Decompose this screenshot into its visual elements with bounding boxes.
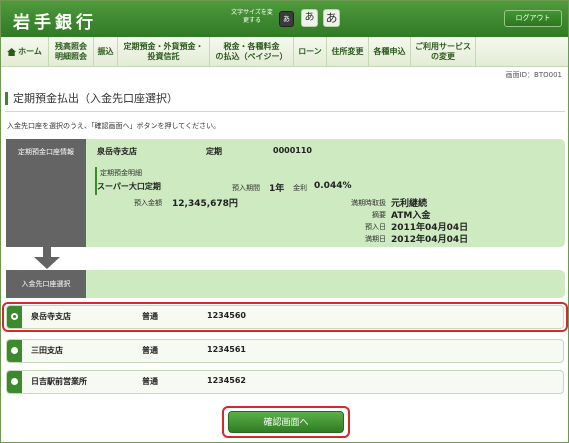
logout-button[interactable]: ログアウト [504, 10, 562, 27]
deposit-info-panel: 泉岳寺支店 定期 0000110 定期預金明細 スーパー大口定期 預入期間 1年… [86, 139, 565, 247]
font-size-label: 文字サイズを変更する [231, 9, 273, 24]
term-label: 預入期間 [232, 184, 260, 192]
page-title: 定期預金払出（入金先口座選択） [5, 92, 178, 105]
deposit-info-label: 定期預金口座情報 [6, 139, 86, 247]
radio-button[interactable] [11, 378, 18, 385]
nav-item-service-change[interactable]: ご利用サービス の変更 [411, 37, 476, 67]
account-type: 普通 [142, 377, 158, 386]
account-branch: 三田支店 [31, 346, 63, 355]
maturity-date-label: 満期日 [365, 235, 386, 243]
destination-panel [86, 270, 565, 298]
nav-item-pay-easy[interactable]: 税金・各種料金 の払込（ペイジー） [210, 37, 294, 67]
header-bar: 岩手銀行 文字サイズを変更する あ あ あ ログアウト [1, 1, 568, 37]
term-value: 1年 [269, 184, 285, 194]
account-branch: 日吉駅前営業所 [31, 377, 87, 386]
maturity-handling-label: 満期時取扱 [351, 199, 386, 207]
nav-item-applications[interactable]: 各種申込 [369, 37, 411, 67]
nav-item-loan[interactable]: ローン [294, 37, 327, 67]
deposit-branch: 泉岳寺支店 [97, 147, 137, 156]
rate-value: 0.044% [314, 181, 352, 191]
nav-item-balance[interactable]: 残高照会 明細照会 [49, 37, 94, 67]
main-nav: ホーム 残高照会 明細照会 振込 定期預金・外貨預金・ 投資信託 税金・各種料金… [1, 37, 568, 67]
account-number: 1234561 [207, 345, 246, 354]
page-frame: 岩手銀行 文字サイズを変更する あ あ あ ログアウト ホーム 残高照会 明細照… [0, 0, 569, 443]
maturity-date-value: 2012年04月04日 [391, 235, 469, 245]
arrow-down-icon [34, 247, 60, 269]
nav-item-deposits[interactable]: 定期預金・外貨預金・ 投資信託 [118, 37, 210, 67]
amount-value: 12,345,678円 [172, 199, 238, 209]
font-size-small-button[interactable]: あ [279, 11, 294, 27]
nav-item-home[interactable]: ホーム [1, 37, 49, 67]
detail-title: 定期預金明細 [100, 169, 142, 177]
nav-item-label: ホーム [18, 47, 42, 56]
amount-label: 預入金額 [134, 199, 162, 207]
screen-id: 画面ID：BTO001 [505, 71, 562, 79]
font-size-large-button[interactable]: あ [323, 9, 340, 27]
deposit-number: 0000110 [273, 146, 312, 155]
home-icon [7, 48, 17, 56]
account-number: 1234562 [207, 376, 246, 385]
account-option-2[interactable]: 日吉駅前営業所 普通 1234562 [6, 370, 564, 394]
nav-item-transfer[interactable]: 振込 [94, 37, 118, 67]
title-divider [5, 111, 565, 112]
deposit-product: スーパー大口定期 [97, 182, 161, 191]
account-option-0[interactable]: 泉岳寺支店 普通 1234560 [6, 305, 564, 329]
account-branch: 泉岳寺支店 [31, 312, 71, 321]
account-type: 普通 [142, 312, 158, 321]
radio-cell [7, 306, 22, 328]
confirm-button[interactable]: 確認画面へ [228, 411, 344, 433]
radio-button[interactable] [11, 313, 18, 320]
rate-label: 金利 [293, 184, 307, 192]
deposit-type: 定期 [206, 147, 222, 156]
radio-cell [7, 340, 22, 362]
account-number: 1234560 [207, 311, 246, 320]
font-size-medium-button[interactable]: あ [301, 9, 318, 27]
account-type: 普通 [142, 346, 158, 355]
confirm-highlight: 確認画面へ [222, 406, 350, 438]
radio-cell [7, 371, 22, 393]
destination-label: 入金先口座選択 [6, 270, 86, 298]
account-option-1[interactable]: 三田支店 普通 1234561 [6, 339, 564, 363]
instruction-text: 入金先口座を選択のうえ、「確認画面へ」ボタンを押してください。 [7, 122, 221, 130]
memo-label: 摘要 [372, 211, 386, 219]
nav-item-address-change[interactable]: 住所変更 [327, 37, 369, 67]
radio-button[interactable] [11, 347, 18, 354]
bank-logo: 岩手銀行 [13, 13, 97, 33]
deposit-date-label: 預入日 [365, 223, 386, 231]
